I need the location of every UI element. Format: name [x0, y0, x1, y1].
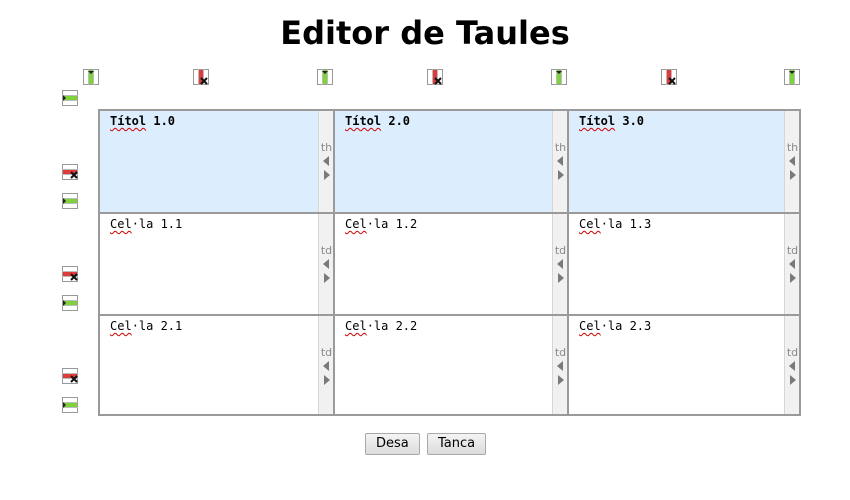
- move-right-icon[interactable]: [790, 375, 796, 385]
- cell-text: Cel: [345, 217, 367, 231]
- delete-column-icon[interactable]: [661, 69, 677, 85]
- cell-type-label: th: [554, 141, 567, 154]
- cell-type-label: th: [320, 141, 333, 154]
- save-button[interactable]: Desa: [365, 433, 420, 455]
- insert-row-icon[interactable]: [62, 90, 78, 106]
- move-right-icon[interactable]: [324, 273, 330, 283]
- cell-text: ·la 2.1: [131, 319, 183, 333]
- cell-text: 3.0: [622, 114, 645, 128]
- cell-text: ·la 2.3: [600, 319, 652, 333]
- cell-type-panel: td: [318, 316, 333, 414]
- cell-type-panel: th: [318, 111, 333, 212]
- close-button[interactable]: Tanca: [427, 433, 487, 455]
- cell-text: 2.0: [388, 114, 411, 128]
- move-left-icon[interactable]: [789, 156, 795, 166]
- cell-text: Cel: [110, 217, 132, 231]
- move-left-icon[interactable]: [323, 259, 329, 269]
- insert-row-icon[interactable]: [62, 295, 78, 311]
- table-data-cell[interactable]: Cel·la 2.3 td: [569, 316, 799, 414]
- cell-text: ·la 2.2: [366, 319, 418, 333]
- table-data-cell[interactable]: Cel·la 2.2 td: [335, 316, 567, 414]
- insert-column-icon[interactable]: [551, 69, 567, 85]
- cell-type-label: th: [786, 141, 799, 154]
- cell-type-label: td: [786, 244, 799, 257]
- column-divider: [567, 111, 569, 414]
- insert-row-icon[interactable]: [62, 193, 78, 209]
- delete-row-icon[interactable]: [62, 368, 78, 384]
- row-divider: [100, 314, 799, 316]
- move-left-icon[interactable]: [789, 259, 795, 269]
- cell-text: ·la 1.2: [366, 217, 418, 231]
- move-left-icon[interactable]: [323, 156, 329, 166]
- table-data-cell[interactable]: Cel·la 1.1 td: [100, 214, 333, 314]
- move-right-icon[interactable]: [558, 273, 564, 283]
- table-header-cell[interactable]: Títol 1.0 th: [100, 111, 333, 212]
- table-data-cell[interactable]: Cel·la 1.3 td: [569, 214, 799, 314]
- cell-type-label: td: [786, 346, 799, 359]
- cell-text: Cel: [345, 319, 367, 333]
- cell-text: Títol: [110, 114, 147, 128]
- insert-column-icon[interactable]: [317, 69, 333, 85]
- cell-text: Títol: [345, 114, 382, 128]
- cell-text: Cel: [110, 319, 132, 333]
- delete-row-icon[interactable]: [62, 266, 78, 282]
- table-header-cell[interactable]: Títol 3.0 th: [569, 111, 799, 212]
- move-right-icon[interactable]: [790, 273, 796, 283]
- move-left-icon[interactable]: [557, 259, 563, 269]
- cell-text: Títol: [579, 114, 616, 128]
- table-data-cell[interactable]: Cel·la 1.2 td: [335, 214, 567, 314]
- cell-text: ·la 1.1: [131, 217, 183, 231]
- move-left-icon[interactable]: [557, 156, 563, 166]
- cell-type-panel: td: [552, 214, 567, 314]
- cell-type-panel: td: [784, 214, 799, 314]
- move-left-icon[interactable]: [789, 361, 795, 371]
- delete-row-icon[interactable]: [62, 164, 78, 180]
- cell-type-panel: td: [784, 316, 799, 414]
- move-left-icon[interactable]: [323, 361, 329, 371]
- cell-type-label: td: [554, 346, 567, 359]
- delete-column-icon[interactable]: [193, 69, 209, 85]
- insert-column-icon[interactable]: [784, 69, 800, 85]
- cell-type-panel: th: [552, 111, 567, 212]
- cell-type-panel: td: [552, 316, 567, 414]
- move-right-icon[interactable]: [324, 375, 330, 385]
- cell-type-label: td: [554, 244, 567, 257]
- move-right-icon[interactable]: [558, 170, 564, 180]
- delete-column-icon[interactable]: [427, 69, 443, 85]
- move-right-icon[interactable]: [324, 170, 330, 180]
- cell-type-label: td: [320, 346, 333, 359]
- insert-column-icon[interactable]: [83, 69, 99, 85]
- row-divider: [100, 212, 799, 214]
- page-title: Editor de Taules: [280, 14, 570, 52]
- cell-text: Cel: [579, 217, 601, 231]
- cell-type-panel: th: [784, 111, 799, 212]
- cell-type-panel: td: [318, 214, 333, 314]
- table-data-cell[interactable]: Cel·la 2.1 td: [100, 316, 333, 414]
- move-right-icon[interactable]: [558, 375, 564, 385]
- cell-text: ·la 1.3: [600, 217, 652, 231]
- cell-text: Cel: [579, 319, 601, 333]
- column-divider: [333, 111, 335, 414]
- table-header-cell[interactable]: Títol 2.0 th: [335, 111, 567, 212]
- cell-type-label: td: [320, 244, 333, 257]
- table-editor-grid: Títol 1.0 th Títol 2.0 th Títol 3.0 th C…: [98, 109, 801, 416]
- insert-row-icon[interactable]: [62, 397, 78, 413]
- move-left-icon[interactable]: [557, 361, 563, 371]
- move-right-icon[interactable]: [790, 170, 796, 180]
- cell-text: 1.0: [153, 114, 176, 128]
